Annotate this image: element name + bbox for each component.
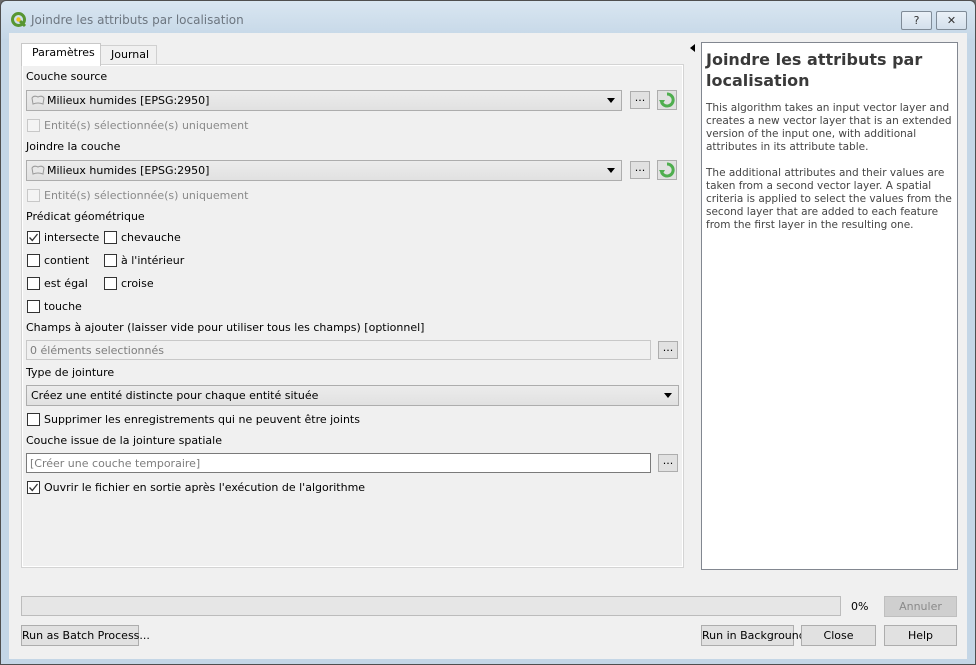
help-panel: Joindre les attributs par localisation T…	[701, 42, 958, 570]
dialog-window: Joindre les attributs par localisation ?…	[0, 0, 976, 665]
fields-value: 0 éléments selectionnés	[30, 344, 164, 357]
predicate-within-label: à l'intérieur	[121, 254, 185, 267]
run-background-button[interactable]: Run in Background	[701, 625, 806, 646]
help-paragraph: The additional attributes and their valu…	[706, 167, 952, 231]
predicate-crosses-checkbox[interactable]	[104, 277, 117, 290]
predicate-contains-checkbox[interactable]	[27, 254, 40, 267]
progress-bar	[21, 596, 841, 616]
source-layer-label: Couche source	[26, 70, 108, 83]
fields-browse-button[interactable]: ...	[658, 341, 678, 359]
predicate-intersects-checkbox[interactable]	[27, 231, 40, 244]
title-help-button[interactable]: ?	[901, 11, 932, 30]
join-selected-only-checkbox[interactable]	[27, 189, 40, 202]
source-layer-value: Milieux humides [EPSG:2950]	[47, 94, 210, 107]
fields-label: Champs à ajouter (laisser vide pour util…	[26, 321, 425, 334]
predicate-equals-label: est égal	[44, 277, 88, 290]
iterate-arrow-icon	[659, 162, 675, 178]
open-output-checkbox[interactable]	[27, 481, 40, 494]
chevron-down-icon	[664, 393, 672, 398]
polygon-layer-icon	[31, 165, 45, 175]
tab-parametres[interactable]: Paramètres	[21, 43, 101, 66]
join-layer-value: Milieux humides [EPSG:2950]	[47, 164, 210, 177]
predicate-equals-checkbox[interactable]	[27, 277, 40, 290]
predicate-intersects-label: intersecte	[44, 231, 100, 244]
predicate-touches-label: touche	[44, 300, 82, 313]
source-selected-only-checkbox[interactable]	[27, 119, 40, 132]
predicate-within-checkbox[interactable]	[104, 254, 117, 267]
output-placeholder: [Créer une couche temporaire]	[30, 457, 201, 470]
predicate-label: Prédicat géométrique	[26, 210, 145, 223]
output-input[interactable]: [Créer une couche temporaire]	[26, 453, 651, 473]
join-type-label: Type de jointure	[26, 366, 115, 379]
join-layer-combo[interactable]: Milieux humides [EPSG:2950]	[26, 160, 622, 181]
discard-nonmatching-checkbox[interactable]	[27, 413, 40, 426]
join-layer-label: Joindre la couche	[26, 140, 121, 153]
window-title: Joindre les attributs par localisation	[31, 13, 244, 27]
polygon-layer-icon	[31, 95, 45, 105]
join-type-combo[interactable]: Créez une entité distincte pour chaque e…	[26, 385, 679, 406]
run-batch-button[interactable]: Run as Batch Process...	[21, 625, 150, 646]
join-layer-iterate-button[interactable]	[657, 160, 677, 180]
help-title: Joindre les attributs par localisation	[706, 50, 923, 90]
source-selected-only-label: Entité(s) sélectionnée(s) uniquement	[44, 119, 249, 132]
dialog-client: Paramètres Journal Couche source Milieux…	[9, 33, 967, 659]
qgis-logo-icon	[11, 12, 27, 28]
predicate-contains-label: contient	[44, 254, 90, 267]
predicate-overlaps-label: chevauche	[121, 231, 181, 244]
chevron-down-icon	[607, 98, 615, 103]
iterate-arrow-icon	[659, 92, 675, 108]
checkmark-icon	[29, 233, 39, 242]
output-label: Couche issue de la jointure spatiale	[26, 434, 222, 447]
join-layer-browse-button[interactable]: ...	[630, 161, 650, 179]
open-output-label: Ouvrir le fichier en sortie après l'exéc…	[44, 481, 366, 494]
checkmark-icon	[29, 483, 39, 492]
parameters-panel: Couche source Milieux humides [EPSG:2950…	[21, 64, 684, 568]
predicate-overlaps-checkbox[interactable]	[104, 231, 117, 244]
fields-input[interactable]: 0 éléments selectionnés	[26, 340, 651, 360]
join-type-value: Créez une entité distincte pour chaque e…	[31, 389, 319, 402]
chevron-down-icon	[607, 168, 615, 173]
source-layer-browse-button[interactable]: ...	[630, 91, 650, 109]
predicate-touches-checkbox[interactable]	[27, 300, 40, 313]
tab-journal[interactable]: Journal	[100, 45, 157, 65]
join-selected-only-label: Entité(s) sélectionnée(s) uniquement	[44, 189, 249, 202]
progress-percent: 0%	[851, 600, 869, 613]
discard-nonmatching-label: Supprimer les enregistrements qui ne peu…	[44, 413, 360, 426]
output-browse-button[interactable]: ...	[658, 454, 678, 472]
predicate-crosses-label: croise	[121, 277, 154, 290]
help-paragraph: This algorithm takes an input vector lay…	[706, 102, 952, 153]
cancel-button[interactable]: Annuler	[884, 596, 957, 617]
source-layer-combo[interactable]: Milieux humides [EPSG:2950]	[26, 90, 622, 111]
help-button[interactable]: Help	[884, 625, 957, 646]
close-button[interactable]: Close	[801, 625, 876, 646]
source-layer-iterate-button[interactable]	[657, 90, 677, 110]
collapse-help-icon[interactable]	[690, 44, 695, 52]
title-close-button[interactable]: ✕	[936, 11, 967, 30]
